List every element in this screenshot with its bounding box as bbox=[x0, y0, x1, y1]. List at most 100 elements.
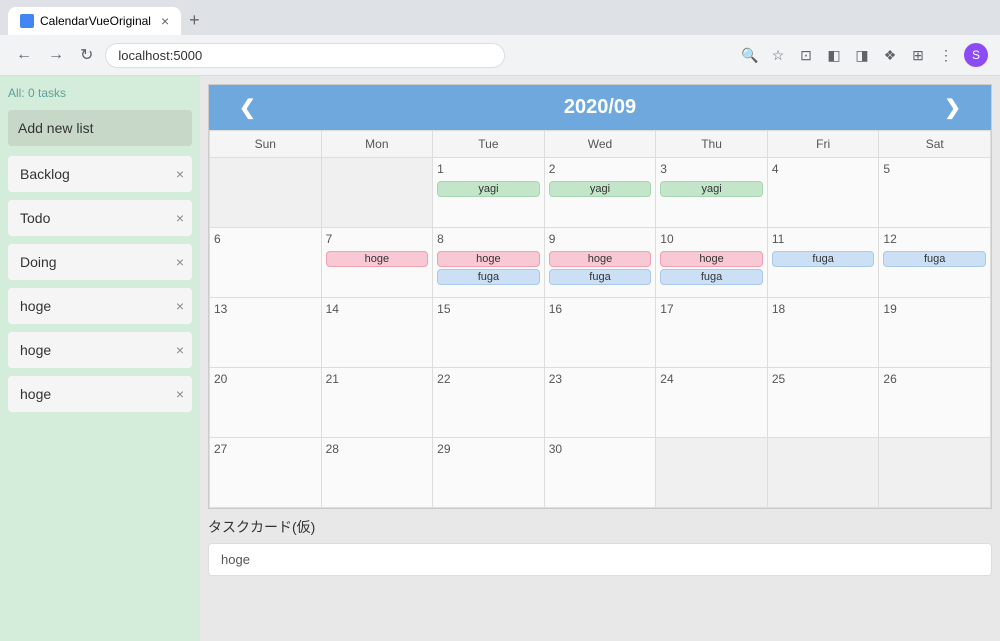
list-item-close-2[interactable]: × bbox=[176, 254, 184, 270]
day-header: Sat bbox=[879, 131, 991, 158]
day-number: 28 bbox=[326, 442, 429, 456]
day-cell[interactable]: 12fuga bbox=[879, 228, 991, 298]
day-cell[interactable]: 26 bbox=[879, 368, 991, 438]
extension-icon3[interactable]: ❖ bbox=[880, 45, 900, 65]
day-cell[interactable]: 14 bbox=[322, 298, 434, 368]
day-number: 10 bbox=[660, 232, 763, 246]
list-item-5[interactable]: hoge× bbox=[8, 376, 192, 412]
bookmark-icon[interactable]: ☆ bbox=[768, 45, 788, 65]
day-cell[interactable]: 2 yagi bbox=[545, 158, 657, 228]
day-cell[interactable]: 17 bbox=[656, 298, 768, 368]
event-tag[interactable]: hoge bbox=[660, 251, 763, 267]
search-icon[interactable]: 🔍 bbox=[740, 45, 760, 65]
day-header: Sun bbox=[210, 131, 322, 158]
translate-icon[interactable]: ⊡ bbox=[796, 45, 816, 65]
day-cell[interactable]: 4 bbox=[768, 158, 880, 228]
day-cell[interactable]: 15 bbox=[433, 298, 545, 368]
day-number: 2 bbox=[549, 162, 652, 176]
day-number: 9 bbox=[549, 232, 652, 246]
new-tab-btn[interactable]: + bbox=[181, 6, 208, 35]
event-tag[interactable]: hoge bbox=[326, 251, 429, 267]
day-cell[interactable]: 8hogefuga bbox=[433, 228, 545, 298]
day-cell[interactable]: 21 bbox=[322, 368, 434, 438]
day-cell[interactable] bbox=[879, 438, 991, 508]
day-cell[interactable] bbox=[210, 158, 322, 228]
list-item-3[interactable]: hoge× bbox=[8, 288, 192, 324]
day-cell[interactable]: 13 bbox=[210, 298, 322, 368]
day-cell[interactable]: 7hoge bbox=[322, 228, 434, 298]
app-container: All: 0 tasks Add new list Backlog×Todo×D… bbox=[0, 76, 1000, 641]
event-tag[interactable]: fuga bbox=[883, 251, 986, 267]
day-cell[interactable]: 1yagi bbox=[433, 158, 545, 228]
day-header: Thu bbox=[656, 131, 768, 158]
day-cell[interactable] bbox=[322, 158, 434, 228]
day-cell[interactable]: 16 bbox=[545, 298, 657, 368]
day-header: Wed bbox=[545, 131, 657, 158]
tab-title: CalendarVueOriginal bbox=[40, 14, 151, 28]
extension-icon4[interactable]: ⊞ bbox=[908, 45, 928, 65]
event-tag[interactable]: yagi bbox=[660, 181, 763, 197]
day-cell[interactable]: 22 bbox=[433, 368, 545, 438]
event-tag[interactable]: yagi bbox=[437, 181, 540, 197]
extension-icon1[interactable]: ◧ bbox=[824, 45, 844, 65]
day-number: 25 bbox=[772, 372, 875, 386]
day-cell[interactable]: 5 bbox=[879, 158, 991, 228]
list-item-2[interactable]: Doing× bbox=[8, 244, 192, 280]
day-number: 11 bbox=[772, 232, 875, 246]
day-cell[interactable] bbox=[656, 438, 768, 508]
address-input[interactable] bbox=[105, 43, 505, 68]
day-cell[interactable]: 30 bbox=[545, 438, 657, 508]
refresh-btn[interactable]: ↻ bbox=[76, 41, 97, 69]
day-number: 24 bbox=[660, 372, 763, 386]
day-number: 14 bbox=[326, 302, 429, 316]
day-number: 23 bbox=[549, 372, 652, 386]
tab-close-btn[interactable]: × bbox=[161, 13, 169, 29]
calendar-header: ❮ 2020/09 ❯ bbox=[209, 85, 991, 130]
list-item-close-5[interactable]: × bbox=[176, 386, 184, 402]
profile-icon[interactable]: S bbox=[964, 43, 988, 67]
day-number: 26 bbox=[883, 372, 986, 386]
day-cell[interactable] bbox=[768, 438, 880, 508]
day-cell[interactable]: 28 bbox=[322, 438, 434, 508]
day-cell[interactable]: 27 bbox=[210, 438, 322, 508]
task-card-input[interactable] bbox=[208, 543, 992, 576]
prev-month-btn[interactable]: ❮ bbox=[229, 95, 266, 120]
day-cell[interactable]: 6 bbox=[210, 228, 322, 298]
day-number: 27 bbox=[214, 442, 317, 456]
sidebar: All: 0 tasks Add new list Backlog×Todo×D… bbox=[0, 76, 200, 641]
day-cell[interactable]: 24 bbox=[656, 368, 768, 438]
browser-tab[interactable]: CalendarVueOriginal × bbox=[8, 7, 181, 35]
day-cell[interactable]: 3yagi bbox=[656, 158, 768, 228]
event-tag[interactable]: yagi bbox=[549, 181, 652, 197]
day-cell[interactable]: 18 bbox=[768, 298, 880, 368]
list-item-close-3[interactable]: × bbox=[176, 298, 184, 314]
menu-icon[interactable]: ⋮ bbox=[936, 45, 956, 65]
event-tag[interactable]: fuga bbox=[549, 269, 652, 285]
event-tag[interactable]: fuga bbox=[660, 269, 763, 285]
day-cell[interactable]: 20 bbox=[210, 368, 322, 438]
list-item-close-1[interactable]: × bbox=[176, 210, 184, 226]
day-cell[interactable]: 23 bbox=[545, 368, 657, 438]
list-item-0[interactable]: Backlog× bbox=[8, 156, 192, 192]
event-tag[interactable]: fuga bbox=[437, 269, 540, 285]
day-cell[interactable]: 19 bbox=[879, 298, 991, 368]
add-new-list-button[interactable]: Add new list bbox=[8, 110, 192, 146]
day-cell[interactable]: 11 fuga bbox=[768, 228, 880, 298]
day-cell[interactable]: 29 bbox=[433, 438, 545, 508]
next-month-btn[interactable]: ❯ bbox=[934, 95, 971, 120]
list-item-1[interactable]: Todo× bbox=[8, 200, 192, 236]
list-item-close-4[interactable]: × bbox=[176, 342, 184, 358]
list-item-4[interactable]: hoge× bbox=[8, 332, 192, 368]
list-item-close-0[interactable]: × bbox=[176, 166, 184, 182]
day-cell[interactable]: 25 bbox=[768, 368, 880, 438]
event-tag[interactable]: hoge bbox=[437, 251, 540, 267]
back-btn[interactable]: ← bbox=[12, 42, 36, 68]
extension-icon2[interactable]: ◨ bbox=[852, 45, 872, 65]
forward-btn[interactable]: → bbox=[44, 42, 68, 68]
day-number: 4 bbox=[772, 162, 875, 176]
event-tag[interactable]: fuga bbox=[772, 251, 875, 267]
day-cell[interactable]: 10 hoge fuga bbox=[656, 228, 768, 298]
event-tag[interactable]: hoge bbox=[549, 251, 652, 267]
day-cell[interactable]: 9 hoge fuga bbox=[545, 228, 657, 298]
day-number: 18 bbox=[772, 302, 875, 316]
